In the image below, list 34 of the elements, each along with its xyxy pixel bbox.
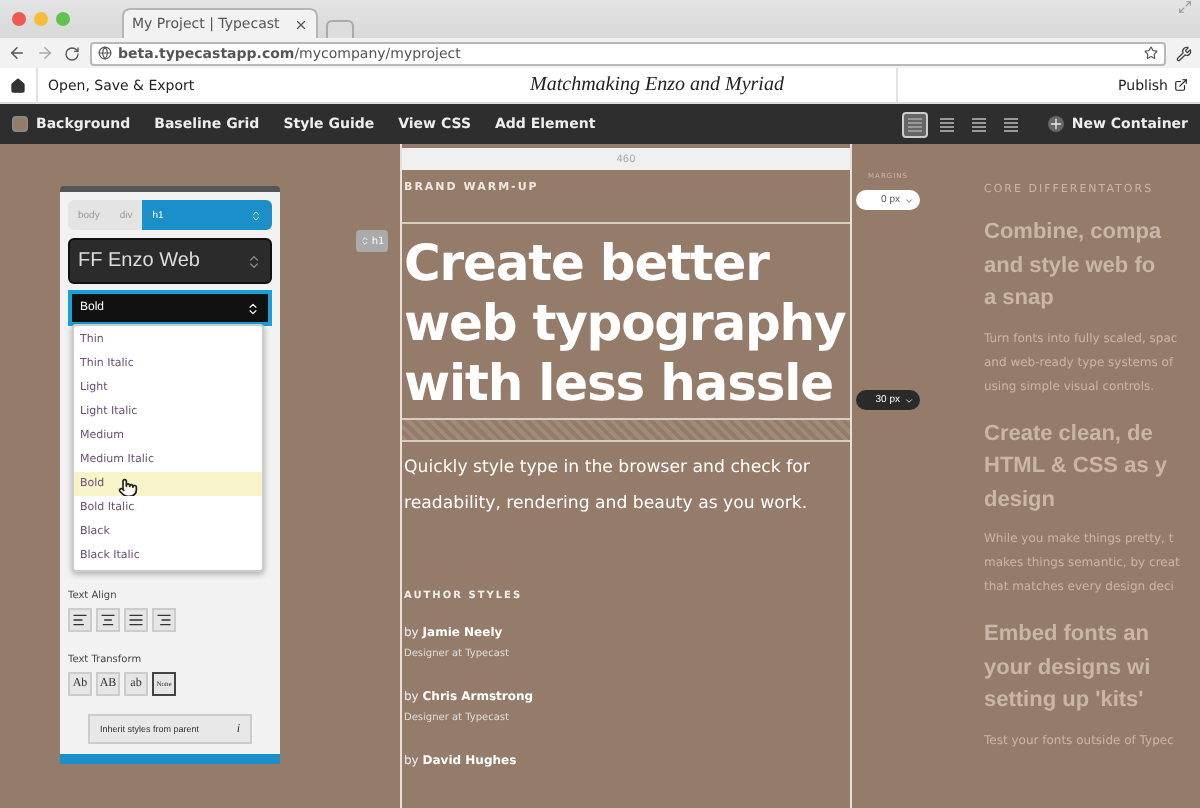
chevron-down-icon — [904, 195, 914, 205]
project-title: Matchmaking Enzo and Myriad — [528, 74, 786, 96]
headline: Create better web typography with less hassle — [402, 232, 848, 414]
headline-line: Embed fonts an — [984, 620, 1150, 650]
layout-button[interactable] — [901, 111, 928, 137]
globe-icon — [98, 46, 112, 60]
back-icon[interactable] — [8, 44, 26, 62]
align-button[interactable] — [124, 608, 148, 632]
plus-icon — [1047, 116, 1064, 132]
star-icon[interactable] — [1144, 46, 1158, 60]
align-button[interactable] — [68, 608, 92, 632]
headline-line: Create clean, de — [984, 419, 1153, 449]
headline-line: your designs wi — [984, 653, 1151, 683]
up-down-chevron-icon — [246, 253, 262, 269]
headline-line: design — [984, 485, 1055, 515]
intro-paragraph: Quickly style type in the browser and check for readability, rendering and beauty as you work. — [404, 456, 812, 518]
color-swatch-icon — [12, 116, 28, 132]
align-button[interactable] — [152, 608, 176, 632]
font-select[interactable]: FF Enzo Web — [68, 238, 272, 284]
up-down-chevron-icon — [359, 236, 370, 246]
align-button[interactable] — [96, 608, 120, 632]
wrench-icon[interactable] — [1176, 45, 1192, 61]
close-icon[interactable] — [294, 17, 308, 31]
home-icon — [10, 77, 26, 93]
reload-icon[interactable] — [64, 45, 80, 61]
close-window-button[interactable] — [12, 12, 26, 26]
headline-line: Combine, compa — [984, 218, 1162, 248]
external-link-icon — [1174, 78, 1188, 92]
up-down-chevron-icon — [246, 301, 260, 315]
headline-line: a snap — [984, 284, 1054, 314]
headline-line: and style web fo — [984, 251, 1156, 281]
chevron-down-icon — [904, 395, 914, 405]
headline-line: HTML & CSS as y — [984, 452, 1167, 482]
headline-line: setting up 'kits' — [984, 686, 1144, 716]
